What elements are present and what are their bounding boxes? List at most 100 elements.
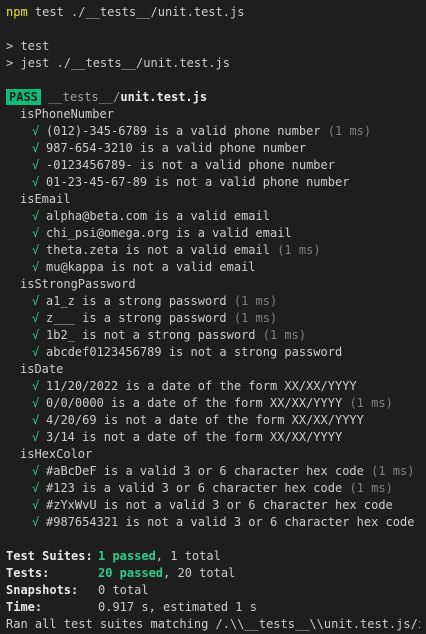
- test-description: 01-23-45-67-89 is not a valid phone numb…: [46, 175, 350, 189]
- test-description: a1_z is a strong password: [46, 294, 227, 308]
- pass-badge: PASS: [6, 89, 41, 105]
- script-echo-2: > jest ./__tests__/unit.test.js: [6, 56, 230, 70]
- summary-suites: Test Suites: 1 passed, 1 total: [6, 548, 420, 565]
- test-description: #zYxWvU is not a valid 3 or 6 character …: [46, 498, 393, 512]
- test-description: theta.zeta is not a valid email: [46, 243, 270, 257]
- test-summary: Test Suites: 1 passed, 1 total Tests: 20 p…: [6, 548, 420, 633]
- test-result-row: √ 1b2_ is not a strong password (1 ms): [6, 327, 420, 344]
- test-result-row: √ 3/14 is not a date of the form XX/XX/YY…: [6, 429, 420, 446]
- test-description: alpha@beta.com is a valid email: [46, 209, 270, 223]
- test-description: 987-654-3210 is a valid phone number: [46, 141, 307, 155]
- test-result-row: √ 01-23-45-67-89 is not a valid phone num…: [6, 174, 420, 191]
- check-icon: √: [32, 158, 40, 172]
- check-icon: √: [32, 294, 40, 308]
- test-result-row: √ 0/0/0000 is a date of the form XX/XX/YY…: [6, 395, 420, 412]
- test-result-row: √ -0123456789- is not a valid phone numbe…: [6, 157, 420, 174]
- test-result-row: √ mu@kappa is not a valid email: [6, 259, 420, 276]
- suite-name: isEmail: [20, 192, 71, 206]
- test-duration: (1 ms): [269, 243, 321, 257]
- test-duration: (1 ms): [363, 464, 415, 478]
- test-duration: (1 ms): [342, 481, 393, 495]
- summary-suites-total: , 1 total: [155, 549, 221, 563]
- test-duration: (1 ms): [255, 328, 307, 342]
- test-result-row: √ a1_z is a strong password (1 ms): [6, 293, 420, 310]
- test-result-row: √ (012)-345-6789 is a valid phone number …: [6, 123, 420, 140]
- test-result-row: √ #aBcDeF is a valid 3 or 6 character hex…: [6, 463, 420, 480]
- test-result-row: √ chi_psi@omega.org is a valid email: [6, 225, 420, 242]
- test-duration: (1 ms): [320, 124, 372, 138]
- check-icon: √: [32, 345, 40, 359]
- check-icon: √: [32, 124, 40, 138]
- test-description: 11/20/2022 is a date of the form XX/XX/Y…: [46, 379, 357, 393]
- check-icon: √: [32, 226, 40, 240]
- summary-suites-label: Test Suites:: [6, 549, 93, 563]
- summary-tests-label: Tests:: [6, 566, 50, 580]
- test-result-row: √ theta.zeta is not a valid email (1 ms): [6, 242, 420, 259]
- test-result-row: √ 11/20/2022 is a date of the form XX/XX/…: [6, 378, 420, 395]
- check-icon: √: [32, 430, 40, 444]
- check-icon: √: [32, 498, 40, 512]
- test-duration: (1 ms): [226, 311, 278, 325]
- summary-time-label: Time:: [6, 600, 43, 614]
- npm-command: npm: [6, 5, 28, 19]
- check-icon: √: [32, 379, 40, 393]
- check-icon: √: [32, 260, 40, 274]
- summary-tests-passed: 20 passed: [98, 566, 164, 580]
- summary-time-value: 0.917 s, estimated 1 s: [98, 600, 257, 614]
- check-icon: √: [32, 481, 40, 495]
- summary-footer: Ran all test suites matching /.\\__tests…: [6, 617, 420, 631]
- suite-name: isPhoneNumber: [20, 107, 114, 121]
- result-header: PASS __tests__/unit.test.js: [6, 89, 420, 106]
- test-description: #987654321 is not a valid 3 or 6 charact…: [46, 515, 415, 529]
- test-description: -0123456789- is not a valid phone number: [46, 158, 335, 172]
- command-line: npm test ./__tests__/unit.test.js: [6, 4, 420, 21]
- test-result-row: √ abcdef0123456789 is not a strong passwo…: [6, 344, 420, 361]
- summary-snapshots: Snapshots: 0 total: [6, 582, 420, 599]
- check-icon: √: [32, 311, 40, 325]
- test-duration: (1 ms): [342, 396, 393, 410]
- test-description: abcdef0123456789 is not a strong passwor…: [46, 345, 343, 359]
- test-suites-list: isPhoneNumber √ (012)-345-6789 is a valid …: [6, 106, 420, 531]
- test-result-row: √ 4/20/69 is not a date of the form XX/XX…: [6, 412, 420, 429]
- test-description: 4/20/69 is not a date of the form XX/XX/…: [46, 413, 364, 427]
- summary-tests-total: , 20 total: [163, 566, 236, 580]
- test-result-row: √ 987-654-3210 is a valid phone number: [6, 140, 420, 157]
- test-description: z___ is a strong password: [46, 311, 227, 325]
- test-path-dir: __tests__/: [48, 90, 121, 104]
- test-description: chi_psi@omega.org is a valid email: [46, 226, 292, 240]
- check-icon: √: [32, 515, 40, 529]
- check-icon: √: [32, 328, 40, 342]
- test-description: 0/0/0000 is a date of the form XX/XX/YYY…: [46, 396, 343, 410]
- summary-tests: Tests: 20 passed, 20 total: [6, 565, 420, 582]
- summary-time: Time: 0.917 s, estimated 1 s: [6, 599, 420, 616]
- suite-name: isHexColor: [20, 447, 93, 461]
- test-description: #aBcDeF is a valid 3 or 6 character hex …: [46, 464, 364, 478]
- suite-name: isStrongPassword: [20, 277, 136, 291]
- script-echo-1: > test: [6, 39, 50, 53]
- test-description: #123 is a valid 3 or 6 character hex cod…: [46, 481, 343, 495]
- summary-snapshots-value: 0 total: [98, 583, 149, 597]
- check-icon: √: [32, 243, 40, 257]
- terminal-window[interactable]: npm test ./__tests__/unit.test.js > test…: [0, 0, 426, 634]
- test-description: (012)-345-6789 is a valid phone number: [46, 124, 321, 138]
- summary-suites-passed: 1 passed: [98, 549, 156, 563]
- test-result-row: √ alpha@beta.com is a valid email: [6, 208, 420, 225]
- test-description: 3/14 is not a date of the form XX/XX/YYY…: [46, 430, 343, 444]
- command-args: test ./__tests__/unit.test.js: [27, 5, 245, 19]
- check-icon: √: [32, 396, 40, 410]
- test-result-row: √ #987654321 is not a valid 3 or 6 charac…: [6, 514, 420, 531]
- check-icon: √: [32, 175, 40, 189]
- suite-name: isDate: [20, 362, 64, 376]
- check-icon: √: [32, 141, 40, 155]
- test-result-row: √ #zYxWvU is not a valid 3 or 6 character…: [6, 497, 420, 514]
- test-description: mu@kappa is not a valid email: [46, 260, 256, 274]
- check-icon: √: [32, 464, 40, 478]
- check-icon: √: [32, 209, 40, 223]
- test-result-row: √ #123 is a valid 3 or 6 character hex co…: [6, 480, 420, 497]
- check-icon: √: [32, 413, 40, 427]
- summary-snapshots-label: Snapshots:: [6, 583, 79, 597]
- test-path-file: unit.test.js: [120, 90, 208, 104]
